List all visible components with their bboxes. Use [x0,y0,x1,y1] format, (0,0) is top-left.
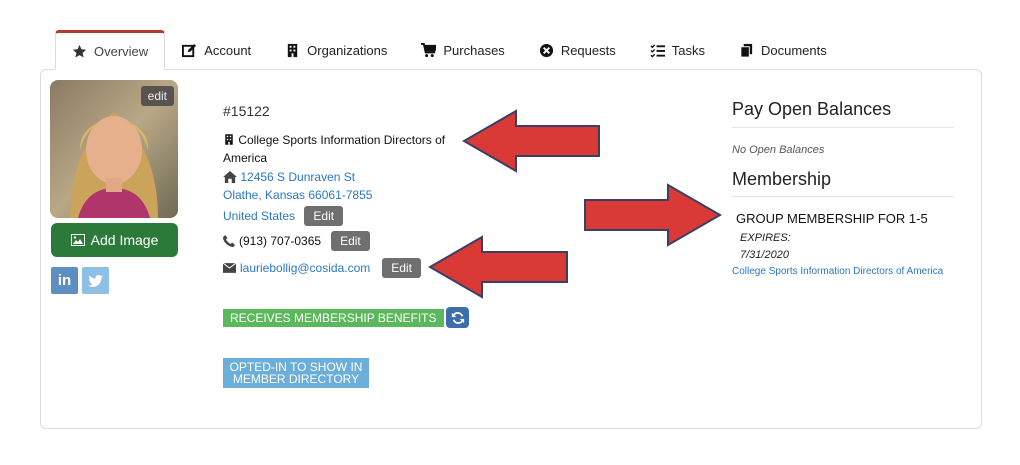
record-number: #15122 [223,103,270,119]
pay-open-balances-heading: Pay Open Balances [732,99,892,119]
building-icon [285,43,300,58]
membership-benefits-badge: RECEIVES MEMBERSHIP BENEFITS [223,309,444,327]
annotation-arrow-left-organization [462,109,600,173]
add-image-label: Add Image [90,232,159,248]
image-icon [70,234,85,246]
divider [732,127,954,128]
membership-expires-label: EXPIRES: [740,232,791,244]
tab-purchases[interactable]: Purchases [404,30,521,70]
divider [732,196,954,197]
address-line2[interactable]: Olathe, Kansas 66061-7855 [223,188,372,202]
membership-organization-link[interactable]: College Sports Information Directors of … [732,266,943,277]
linkedin-icon: in [57,272,72,289]
building-icon [223,133,235,146]
address-block: 12456 S Dunraven St Olathe, Kansas 66061… [223,168,372,226]
tab-account[interactable]: Account [165,30,268,70]
directory-badge-line2: MEMBER DIRECTORY [232,372,360,386]
documents-icon [739,43,754,58]
tab-overview-label: Overview [94,43,149,59]
edit-email-button[interactable]: Edit [382,258,421,278]
edit-square-icon [182,43,197,58]
tab-requests[interactable]: Requests [522,30,633,70]
member-directory-badge: OPTED-IN TO SHOW IN MEMBER DIRECTORY [223,358,369,388]
twitter-button[interactable] [82,267,109,294]
tab-account-label: Account [204,42,252,58]
home-icon [223,171,237,183]
tab-organizations[interactable]: Organizations [268,30,404,70]
checklist-icon [650,43,665,58]
organization-line1: College Sports Information Directors of [238,133,446,147]
tab-documents-label: Documents [760,42,827,58]
tab-bar: Overview Account Organizations Purchases… [55,30,844,70]
tab-purchases-label: Purchases [443,42,505,58]
email-row: lauriebollig@cosida.com Edit [223,258,421,278]
edit-phone-button[interactable]: Edit [331,231,370,251]
address-line1[interactable]: 12456 S Dunraven St [240,170,355,184]
tab-tasks-label: Tasks [671,42,705,58]
x-circle-icon [539,43,554,58]
address-country[interactable]: United States [223,209,295,223]
tab-organizations-label: Organizations [307,42,388,58]
no-open-balances-text: No Open Balances [732,144,825,156]
tab-requests-label: Requests [560,42,616,58]
email-address[interactable]: lauriebollig@cosida.com [240,261,370,275]
membership-expires-date: 7/31/2020 [740,249,789,261]
organization-name: College Sports Information Directors of … [223,131,463,167]
organization-line2: America [223,151,268,165]
envelope-icon [223,263,236,273]
cart-icon [421,42,437,58]
tab-tasks[interactable]: Tasks [633,30,722,70]
membership-heading: Membership [732,169,832,189]
edit-address-button[interactable]: Edit [304,206,344,226]
star-icon [72,44,87,59]
phone-icon [223,235,235,247]
refresh-icon [451,311,465,325]
photo-edit-button[interactable]: edit [140,86,174,106]
annotation-arrow-left-email [428,235,568,299]
profile-photo[interactable]: edit [50,80,178,218]
linkedin-button[interactable]: in [51,267,78,294]
membership-name: GROUP MEMBERSHIP FOR 1-5 [736,211,928,226]
add-image-button[interactable]: Add Image [51,223,178,257]
phone-row: (913) 707-0365 Edit [223,231,370,251]
refresh-benefits-button[interactable] [446,307,469,328]
phone-number: (913) 707-0365 [239,234,322,248]
twitter-bird-icon [88,274,103,287]
annotation-arrow-right-membership [584,183,722,247]
tab-documents[interactable]: Documents [722,30,844,70]
tab-overview[interactable]: Overview [55,30,166,70]
